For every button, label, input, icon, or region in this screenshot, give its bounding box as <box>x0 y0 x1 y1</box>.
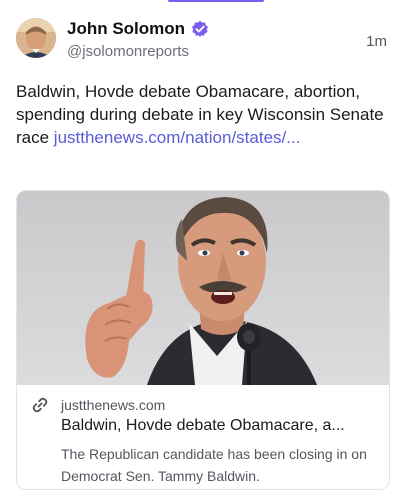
author-row: John Solomon <box>67 17 209 41</box>
link-preview-card[interactable]: justthenews.com Baldwin, Hovde debate Ob… <box>16 190 390 490</box>
post-timestamp: 1m <box>366 33 387 50</box>
post[interactable]: John Solomon @jsolomonreports 1m Baldwin… <box>0 0 405 500</box>
post-link[interactable]: justthenews.com/nation/states/... <box>54 128 301 147</box>
avatar-image <box>16 18 56 58</box>
card-domain: justthenews.com <box>61 397 166 413</box>
card-title: Baldwin, Hovde debate Obamacare, a... <box>61 417 345 434</box>
link-icon <box>31 396 49 414</box>
post-text: Baldwin, Hovde debate Obamacare, abortio… <box>16 80 388 149</box>
card-description: The Republican candidate has been closin… <box>61 446 367 484</box>
card-domain-row: justthenews.com <box>31 396 165 414</box>
verified-badge-icon <box>191 20 209 38</box>
author-handle[interactable]: @jsolomonreports <box>67 43 189 60</box>
avatar[interactable] <box>16 18 56 58</box>
author-name[interactable]: John Solomon <box>67 19 185 39</box>
card-image <box>17 191 389 385</box>
